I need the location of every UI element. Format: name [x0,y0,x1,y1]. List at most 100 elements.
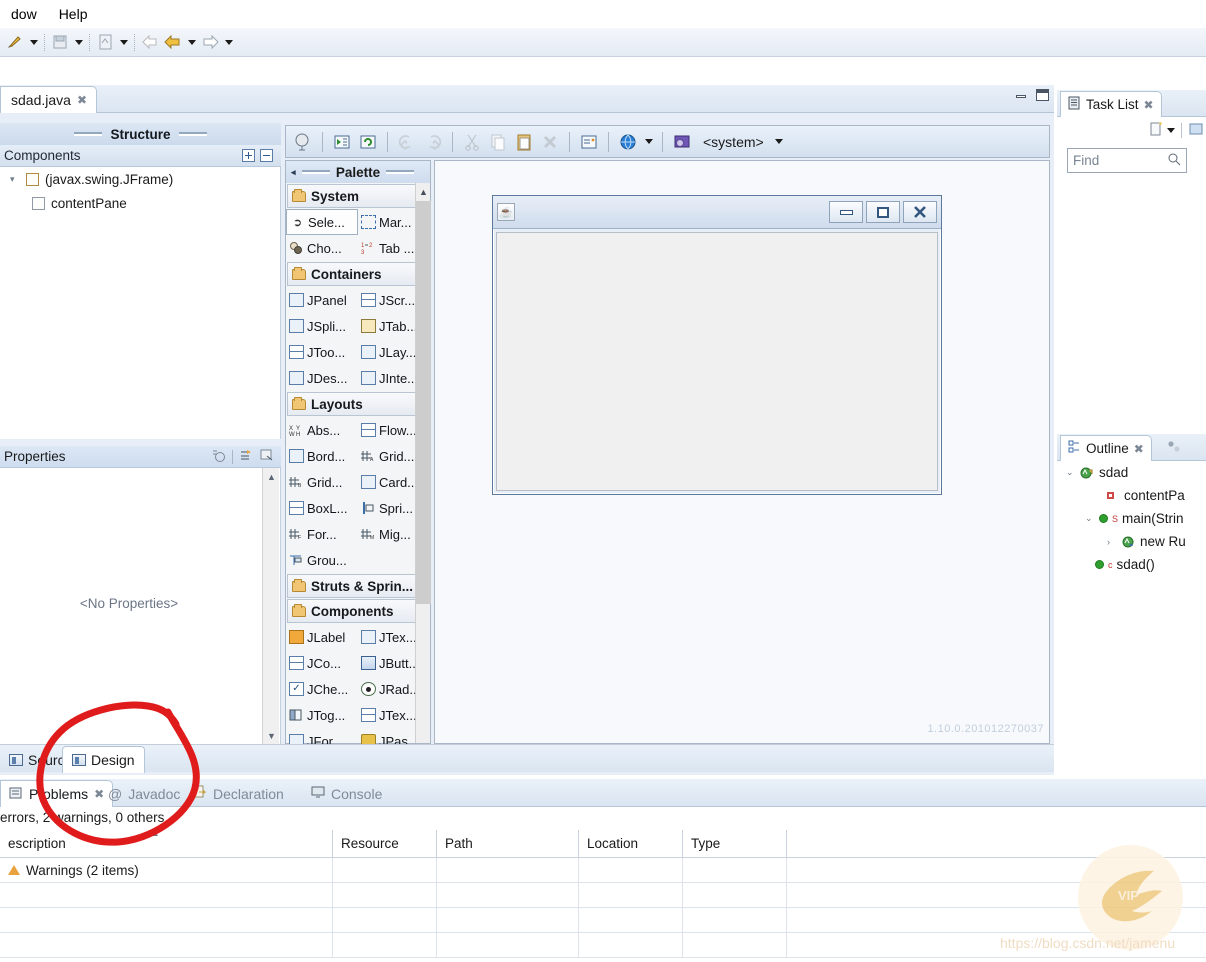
outline-link-icon[interactable] [1166,440,1182,457]
refresh-parser-icon[interactable] [330,130,354,154]
chevron-right-icon[interactable]: › [1107,537,1117,547]
palette-item-box-layout[interactable]: BoxL... [286,495,358,521]
close-icon[interactable]: ✖ [1134,442,1144,456]
jframe-content-pane[interactable] [496,232,938,491]
palette-item-jdesktoppane[interactable]: JDes... [286,365,358,391]
palette-item-selection[interactable]: ➲ Sele... [286,209,358,235]
search-icon[interactable] [1167,152,1181,169]
preview-icon[interactable] [616,130,640,154]
scroll-down-icon[interactable]: ▼ [263,727,280,744]
maximize-icon[interactable] [1036,89,1049,101]
show-advanced-icon[interactable] [239,448,254,466]
tab-design[interactable]: Design [62,746,145,773]
back-disabled-icon[interactable] [139,31,161,53]
chevron-down-icon[interactable]: ⌄ [1066,467,1076,478]
table-row[interactable] [0,883,1206,908]
new-task-icon[interactable] [1148,121,1164,140]
test-icon[interactable] [291,130,315,154]
copy-icon[interactable] [486,130,510,154]
look-and-feel-icon[interactable] [670,130,694,154]
collapse-all-icon[interactable] [260,149,273,162]
palette-item-choose-component[interactable]: Cho... [286,235,358,261]
scroll-up-icon[interactable]: ▲ [263,468,280,485]
palette-item-jpanel[interactable]: JPanel [286,287,358,313]
open-type-icon[interactable] [94,31,116,53]
column-header-resource[interactable]: Resource [333,830,437,857]
jframe-preview[interactable]: ☕ [492,195,942,495]
column-header-path[interactable]: Path [437,830,579,857]
palette-item-group-layout[interactable]: Grou... [286,547,358,573]
jframe-minimize-button[interactable] [829,201,863,223]
palette-category-system[interactable]: System [287,184,420,208]
table-row[interactable] [0,908,1206,933]
task-list-find-input[interactable]: Find [1067,148,1187,173]
close-icon[interactable]: ✖ [77,93,87,107]
palette-scrollbar[interactable]: ▲ [415,183,431,743]
palette-item-absolute-layout[interactable]: XYWH Abs... [286,417,358,443]
palette-item-form-layout[interactable]: F For... [286,521,358,547]
task-list-minimize-icon[interactable] [1188,121,1204,140]
outline-row-field[interactable]: contentPa [1057,484,1206,507]
expand-all-icon[interactable] [242,149,255,162]
chevron-down-icon[interactable]: ▾ [10,174,20,185]
palette-item-jcombobox[interactable]: JCo... [286,650,358,676]
table-row[interactable]: Warnings (2 items) [0,858,1206,883]
outline-row-constructor[interactable]: c sdad() [1057,553,1206,576]
outline-row-method[interactable]: ⌄ S main(Strin [1057,507,1206,530]
save-icon[interactable] [49,31,71,53]
column-header-type[interactable]: Type [683,830,787,857]
menu-item-help[interactable]: Help [48,3,99,25]
properties-scrollbar[interactable]: ▲ ▼ [262,468,279,744]
column-header-location[interactable]: Location [579,830,683,857]
palette-category-components[interactable]: Components [287,599,420,623]
look-and-feel-label[interactable]: <system> [696,134,771,150]
paste-icon[interactable] [512,130,536,154]
jframe-maximize-button[interactable] [866,201,900,223]
tab-outline[interactable]: Outline ✖ [1060,435,1152,461]
menu-item-window[interactable]: dow [0,3,48,25]
undo-icon[interactable] [395,130,419,154]
tab-javadoc[interactable]: @ Javadoc [100,780,188,807]
jframe-close-button[interactable] [903,201,937,223]
tree-row[interactable]: contentPane [0,191,280,215]
tab-declaration[interactable]: Declaration [185,780,292,807]
open-type-dropdown-icon[interactable] [117,31,130,53]
save-dropdown-icon[interactable] [72,31,85,53]
outline-row-anonymous[interactable]: › new Ru [1057,530,1206,553]
palette-scroll-thumb[interactable] [416,201,431,604]
palette-item-grid-layout[interactable]: B Grid... [286,469,358,495]
tab-problems[interactable]: Problems ✖ [0,780,114,807]
cut-icon[interactable] [460,130,484,154]
palette-item-jtogglebutton[interactable]: JTog... [286,702,358,728]
restore-defaults-icon[interactable] [211,448,226,466]
outline-row-class[interactable]: ⌄ sdad [1057,461,1206,484]
preview-dropdown-icon[interactable] [642,131,655,153]
properties-icon[interactable] [577,130,601,154]
palette-item-jtoolbar[interactable]: JToo... [286,339,358,365]
forward-icon[interactable] [199,31,221,53]
palette-item-jlabel[interactable]: JLabel [286,624,358,650]
chevron-down-icon[interactable]: ⌄ [1085,513,1095,524]
task-list-menu-icon[interactable] [1167,128,1175,133]
palette-item-jcheckbox[interactable]: ✓ JChe... [286,676,358,702]
editor-tab-sdad-java[interactable]: sdad.java ✖ [0,86,97,113]
new-wizard-icon[interactable] [4,31,26,53]
redo-icon[interactable] [421,130,445,154]
palette-category-struts-springs[interactable]: Struts & Sprin... [287,574,420,598]
refresh-icon[interactable] [356,130,380,154]
palette-item-border-layout[interactable]: Bord... [286,443,358,469]
minimize-icon[interactable] [1015,90,1028,101]
new-wizard-dropdown-icon[interactable] [27,31,40,53]
tab-task-list[interactable]: Task List ✖ [1060,91,1162,117]
look-and-feel-dropdown-icon[interactable] [773,131,786,153]
show-events-icon[interactable] [260,448,275,466]
delete-icon[interactable] [538,130,562,154]
tab-console[interactable]: Console [303,780,390,807]
tree-row[interactable]: ▾ (javax.swing.JFrame) [0,167,280,191]
palette-category-layouts[interactable]: Layouts [287,392,420,416]
back-dropdown-icon[interactable] [185,31,198,53]
close-icon[interactable]: ✖ [1144,98,1154,112]
column-header-description[interactable]: escription ▲ [0,828,333,857]
palette-category-containers[interactable]: Containers [287,262,420,286]
forward-dropdown-icon[interactable] [222,31,235,53]
